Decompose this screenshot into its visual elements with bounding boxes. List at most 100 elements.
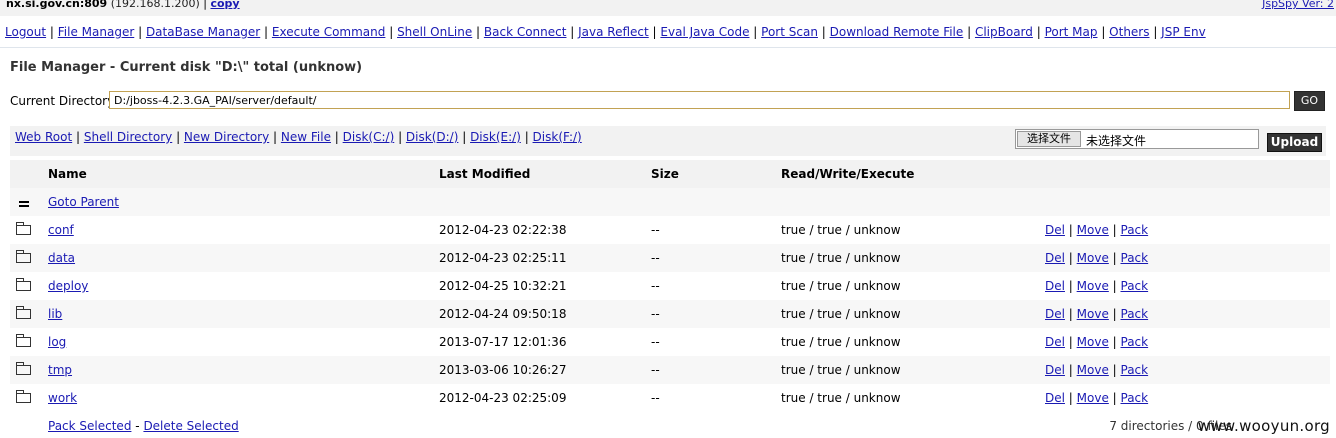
move-link[interactable]: Move	[1077, 307, 1109, 321]
quick-link-disk-e[interactable]: Disk(E:/)	[470, 130, 521, 144]
last-modified: 2012-04-25 10:32:21	[439, 279, 567, 293]
permissions: true / true / unknow	[781, 363, 901, 377]
nav-link-shell-online[interactable]: Shell OnLine	[397, 25, 472, 39]
nav-link-clipboard[interactable]: ClipBoard	[975, 25, 1033, 39]
pack-link[interactable]: Pack	[1121, 279, 1149, 293]
nav-link-others[interactable]: Others	[1109, 25, 1149, 39]
pack-selected-link[interactable]: Pack Selected	[48, 419, 131, 433]
quick-links-bar: Web Root | Shell Directory | New Directo…	[10, 126, 1326, 156]
nav-link-jsp-env[interactable]: JSP Env	[1161, 25, 1206, 39]
folder-name-link[interactable]: log	[48, 335, 66, 349]
move-link[interactable]: Move	[1077, 279, 1109, 293]
nav-link-port-map[interactable]: Port Map	[1045, 25, 1098, 39]
folder-icon	[16, 222, 31, 235]
go-button[interactable]: GO	[1294, 91, 1325, 111]
move-link[interactable]: Move	[1077, 223, 1109, 237]
pack-link[interactable]: Pack	[1121, 223, 1149, 237]
move-link[interactable]: Move	[1077, 335, 1109, 349]
size: --	[651, 223, 660, 237]
permissions: true / true / unknow	[781, 251, 901, 265]
permissions: true / true / unknow	[781, 335, 901, 349]
nav-link-back-connect[interactable]: Back Connect	[484, 25, 567, 39]
del-link[interactable]: Del	[1045, 363, 1065, 377]
nav-link-execute-command[interactable]: Execute Command	[272, 25, 385, 39]
current-directory-input[interactable]	[109, 91, 1290, 109]
folder-name-link[interactable]: lib	[48, 307, 62, 321]
folder-name-link[interactable]: data	[48, 251, 75, 265]
del-link[interactable]: Del	[1045, 279, 1065, 293]
nav-link-database-manager[interactable]: DataBase Manager	[146, 25, 260, 39]
choose-file-button[interactable]: 选择文件	[1017, 131, 1081, 147]
host-info: nx.si.gov.cn:809 (192.168.1.200) | copy	[6, 0, 240, 10]
pack-link[interactable]: Pack	[1121, 251, 1149, 265]
quick-links: Web Root | Shell Directory | New Directo…	[15, 130, 582, 144]
host-ip: (192.168.1.200)	[110, 0, 200, 10]
folder-icon	[16, 362, 31, 375]
folder-name-link[interactable]: work	[48, 391, 77, 405]
del-link[interactable]: Del	[1045, 223, 1065, 237]
footer-dash: -	[135, 419, 140, 433]
quick-link-new-file[interactable]: New File	[281, 130, 331, 144]
quick-link-new-directory[interactable]: New Directory	[184, 130, 269, 144]
folder-name-link[interactable]: deploy	[48, 279, 88, 293]
table-row: work 2012-04-23 02:25:09 -- true / true / u…	[10, 384, 1330, 412]
folder-icon	[16, 306, 31, 319]
permissions: true / true / unknow	[781, 391, 901, 405]
nav-link-java-reflect[interactable]: Java Reflect	[578, 25, 649, 39]
table-header-row: Name Last Modified Size Read/Write/Execu…	[10, 160, 1330, 188]
quick-link-web-root[interactable]: Web Root	[15, 130, 72, 144]
folder-icon	[16, 278, 31, 291]
upload-button[interactable]: Upload	[1267, 133, 1322, 152]
quick-link-disk-c[interactable]: Disk(C:/)	[343, 130, 395, 144]
size: --	[651, 251, 660, 265]
file-table: Name Last Modified Size Read/Write/Execu…	[10, 160, 1330, 412]
nav-link-logout[interactable]: Logout	[5, 25, 46, 39]
goto-parent-link[interactable]: Goto Parent	[48, 195, 119, 209]
goto-parent-row: Goto Parent	[10, 188, 1330, 216]
quick-link-shell-directory[interactable]: Shell Directory	[84, 130, 172, 144]
nav-link-eval-java-code[interactable]: Eval Java Code	[660, 25, 749, 39]
pack-link[interactable]: Pack	[1121, 307, 1149, 321]
nav-link-file-manager[interactable]: File Manager	[58, 25, 135, 39]
permissions: true / true / unknow	[781, 279, 901, 293]
footer-actions: Pack Selected - Delete Selected	[48, 419, 239, 433]
header-size: Size	[651, 167, 679, 181]
header-name: Name	[48, 167, 87, 181]
version-link[interactable]: JspSpy Ver: 2	[1262, 0, 1334, 10]
host-name: nx.si.gov.cn:809	[6, 0, 108, 10]
pack-link[interactable]: Pack	[1121, 391, 1149, 405]
size: --	[651, 307, 660, 321]
move-link[interactable]: Move	[1077, 251, 1109, 265]
pack-link[interactable]: Pack	[1121, 363, 1149, 377]
nav-link-download-remote-file[interactable]: Download Remote File	[830, 25, 964, 39]
folder-name-link[interactable]: conf	[48, 223, 74, 237]
quick-link-disk-f[interactable]: Disk(F:/)	[533, 130, 582, 144]
del-link[interactable]: Del	[1045, 307, 1065, 321]
folder-name-link[interactable]: tmp	[48, 363, 72, 377]
move-link[interactable]: Move	[1077, 363, 1109, 377]
header-modified: Last Modified	[439, 167, 531, 181]
del-link[interactable]: Del	[1045, 391, 1065, 405]
size: --	[651, 279, 660, 293]
main-nav-links: Logout | File Manager | DataBase Manager…	[5, 25, 1206, 39]
last-modified: 2012-04-23 02:22:38	[439, 223, 567, 237]
copy-link[interactable]: copy	[210, 0, 239, 10]
file-picker[interactable]: 选择文件 未选择文件	[1015, 129, 1259, 149]
current-directory-label: Current Directory	[10, 94, 115, 108]
last-modified: 2012-04-23 02:25:09	[439, 391, 567, 405]
quick-link-disk-d[interactable]: Disk(D:/)	[406, 130, 458, 144]
del-link[interactable]: Del	[1045, 251, 1065, 265]
del-link[interactable]: Del	[1045, 335, 1065, 349]
move-link[interactable]: Move	[1077, 391, 1109, 405]
table-row: deploy 2012-04-25 10:32:21 -- true / true /…	[10, 272, 1330, 300]
page-title: File Manager - Current disk "D:\" total …	[10, 60, 363, 75]
folder-icon	[16, 390, 31, 403]
nav-link-port-scan[interactable]: Port Scan	[761, 25, 818, 39]
parent-icon	[19, 201, 29, 207]
delete-selected-link[interactable]: Delete Selected	[143, 419, 238, 433]
last-modified: 2012-04-23 02:25:11	[439, 251, 567, 265]
pack-link[interactable]: Pack	[1121, 335, 1149, 349]
last-modified: 2012-04-24 09:50:18	[439, 307, 567, 321]
table-row: conf 2012-04-23 02:22:38 -- true / true / u…	[10, 216, 1330, 244]
table-row: tmp 2013-03-06 10:26:27 -- true / true / un…	[10, 356, 1330, 384]
